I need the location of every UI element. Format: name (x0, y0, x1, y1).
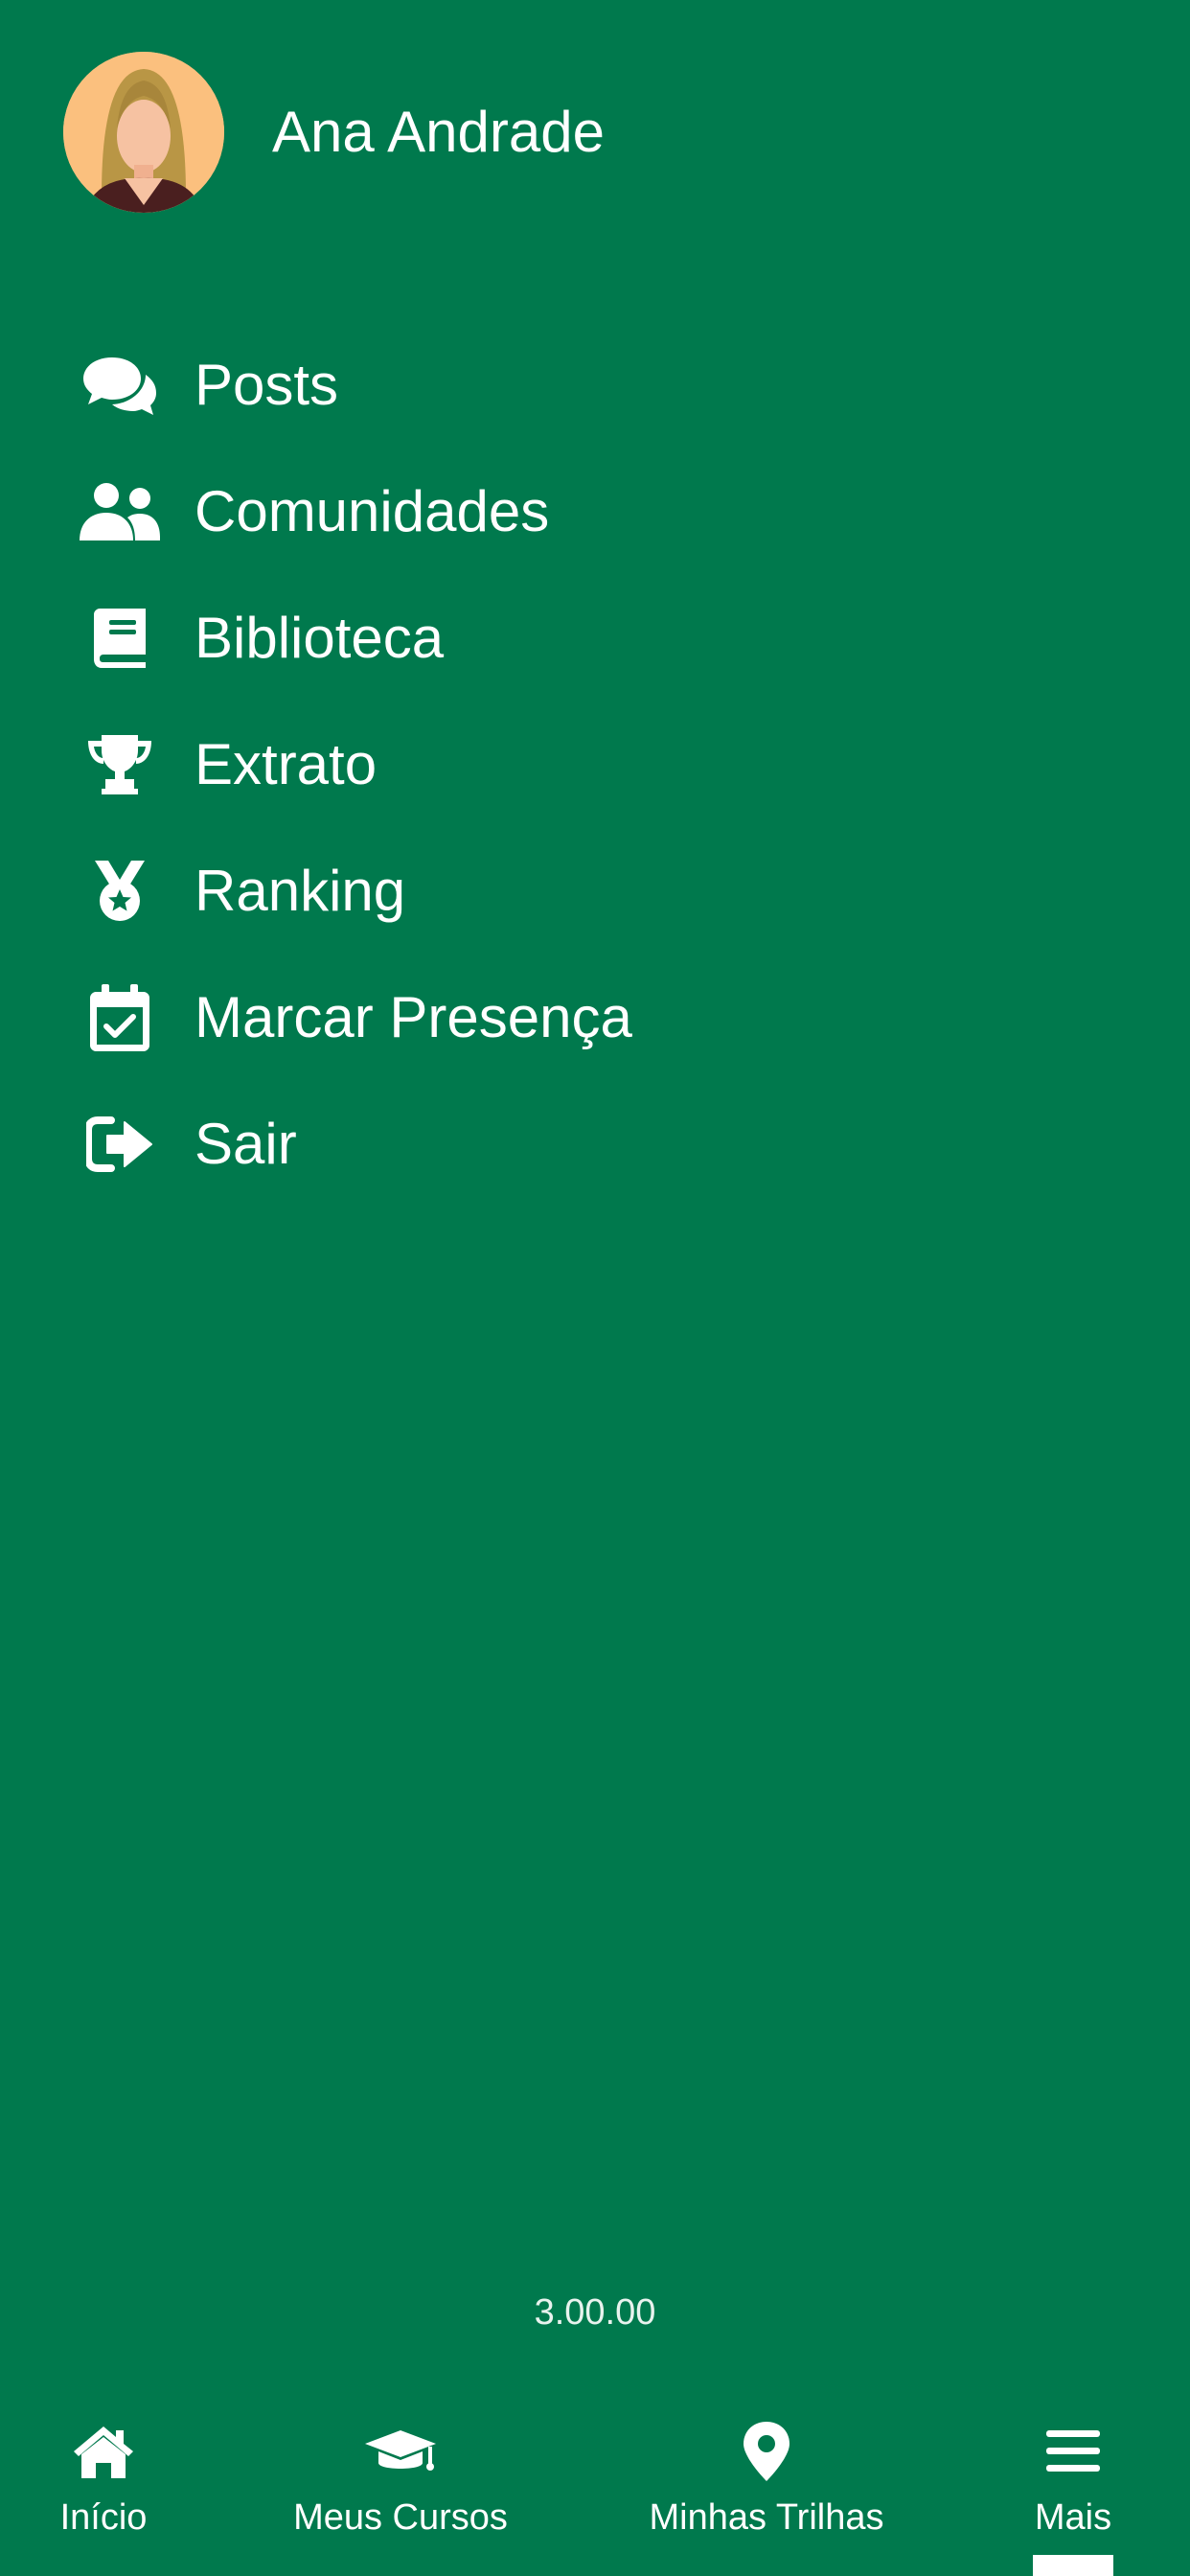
trophy-icon (77, 726, 163, 803)
sign-out-icon (77, 1106, 163, 1183)
nav-item-minhas-trilhas[interactable]: Minhas Trilhas (623, 2405, 910, 2576)
menu-label-extrato: Extrato (195, 732, 378, 796)
menu-item-biblioteca[interactable]: Biblioteca (0, 575, 1190, 702)
user-profile[interactable]: Ana Andrade (63, 52, 605, 213)
menu-item-ranking[interactable]: Ranking (0, 828, 1190, 954)
menu-label-sair: Sair (195, 1112, 297, 1176)
menu-label-comunidades: Comunidades (195, 479, 550, 543)
map-marker-icon (744, 2419, 790, 2484)
menu-label-ranking: Ranking (195, 859, 406, 923)
nav-label-mais: Mais (1034, 2497, 1112, 2538)
avatar (63, 52, 224, 213)
home-icon (72, 2419, 135, 2484)
active-tab-indicator (1033, 2555, 1113, 2576)
user-name: Ana Andrade (272, 100, 605, 164)
nav-label-minhas-trilhas: Minhas Trilhas (649, 2497, 884, 2538)
menu-bars-icon (1046, 2419, 1100, 2484)
menu-label-posts: Posts (195, 353, 339, 417)
medal-icon (77, 853, 163, 930)
users-icon (77, 473, 163, 550)
nav-label-inicio: Início (59, 2497, 148, 2538)
graduation-cap-icon (363, 2419, 438, 2484)
comments-icon (77, 347, 163, 424)
menu-item-comunidades[interactable]: Comunidades (0, 448, 1190, 575)
menu-item-posts[interactable]: Posts (0, 322, 1190, 448)
book-icon (77, 600, 163, 677)
menu-item-extrato[interactable]: Extrato (0, 702, 1190, 828)
nav-item-inicio[interactable]: Início (34, 2405, 172, 2576)
menu-item-marcar-presenca[interactable]: Marcar Presença (0, 954, 1190, 1081)
app-version: 3.00.00 (534, 2292, 656, 2333)
calendar-check-icon (77, 979, 163, 1056)
menu-item-sair[interactable]: Sair (0, 1081, 1190, 1208)
nav-label-meus-cursos: Meus Cursos (293, 2497, 508, 2538)
menu-label-biblioteca: Biblioteca (195, 606, 445, 670)
bottom-navigation: Início Meus Cursos Minhas Trilhas Mais (0, 2405, 1190, 2576)
menu-label-marcar-presenca: Marcar Presença (195, 985, 632, 1049)
nav-item-mais[interactable]: Mais (1016, 2405, 1131, 2576)
side-menu: Posts Comunidades Biblioteca Extrato Ran… (0, 322, 1190, 1208)
nav-item-meus-cursos[interactable]: Meus Cursos (257, 2405, 544, 2576)
